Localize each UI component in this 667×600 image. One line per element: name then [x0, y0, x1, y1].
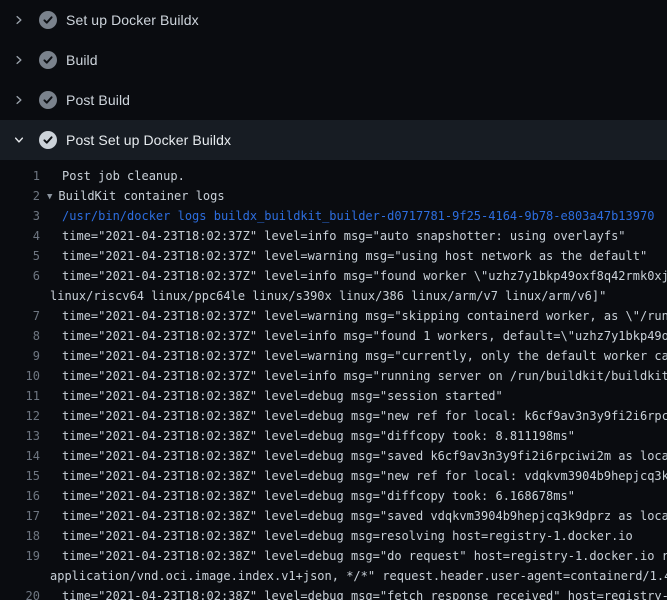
log-line: 14 time="2021-04-23T18:02:38Z" level=debu… — [0, 446, 667, 466]
log-text: time="2021-04-23T18:02:37Z" level=info m… — [62, 329, 667, 343]
log-text: Post job cleanup. — [62, 169, 185, 183]
chevron-right-icon — [12, 53, 26, 67]
log-text: time="2021-04-23T18:02:37Z" level=warnin… — [62, 309, 667, 323]
log-text: time="2021-04-23T18:02:37Z" level=info m… — [62, 229, 626, 243]
log-line: 19 time="2021-04-23T18:02:38Z" level=debu… — [0, 546, 667, 566]
log-line: 1 Post job cleanup. — [0, 166, 667, 186]
log-command-text: /usr/bin/docker logs buildx_buildkit_bui… — [62, 209, 654, 223]
check-circle-icon — [39, 131, 57, 149]
chevron-down-icon — [12, 133, 26, 147]
line-number[interactable]: 4 — [0, 226, 40, 246]
step-label: Build — [66, 52, 98, 68]
log-text: application/vnd.oci.image.index.v1+json,… — [50, 569, 667, 583]
log-text: time="2021-04-23T18:02:38Z" level=debug … — [62, 509, 667, 523]
line-number[interactable]: 6 — [0, 266, 40, 286]
triangle-down-icon: ▼ — [47, 187, 52, 206]
log-line: 6 time="2021-04-23T18:02:37Z" level=info … — [0, 266, 667, 286]
step-row-build[interactable]: Build — [0, 40, 667, 80]
steps-list: Set up Docker Buildx Build Post Build Post … — [0, 0, 667, 160]
line-number[interactable]: 8 — [0, 326, 40, 346]
log-text: time="2021-04-23T18:02:37Z" level=info m… — [62, 269, 667, 283]
step-label: Post Build — [66, 92, 130, 108]
log-line: 20 time="2021-04-23T18:02:38Z" level=debu… — [0, 586, 667, 600]
log-text: time="2021-04-23T18:02:38Z" level=debug … — [62, 589, 667, 600]
line-number[interactable]: 1 — [0, 166, 40, 186]
log-text: time="2021-04-23T18:02:38Z" level=debug … — [62, 469, 667, 483]
line-number[interactable]: 12 — [0, 406, 40, 426]
log-text: time="2021-04-23T18:02:38Z" level=debug … — [62, 549, 667, 563]
log-line-continuation: application/vnd.oci.image.index.v1+json,… — [0, 566, 667, 586]
line-number[interactable]: 14 — [0, 446, 40, 466]
line-number[interactable]: 13 — [0, 426, 40, 446]
log-line: 4 time="2021-04-23T18:02:37Z" level=info … — [0, 226, 667, 246]
actions-log-panel: Set up Docker Buildx Build Post Build Post … — [0, 0, 667, 600]
log-line: 16 time="2021-04-23T18:02:38Z" level=debu… — [0, 486, 667, 506]
log-line: 13 time="2021-04-23T18:02:38Z" level=debu… — [0, 426, 667, 446]
line-number[interactable]: 15 — [0, 466, 40, 486]
line-number[interactable]: 11 — [0, 386, 40, 406]
check-circle-icon — [39, 11, 57, 29]
log-line: 12 time="2021-04-23T18:02:38Z" level=debu… — [0, 406, 667, 426]
log-line: 3/usr/bin/docker logs buildx_buildkit_bu… — [0, 206, 667, 226]
line-number[interactable]: 20 — [0, 586, 40, 600]
step-label: Set up Docker Buildx — [66, 12, 199, 28]
step-row-post-build[interactable]: Post Build — [0, 80, 667, 120]
log-text: time="2021-04-23T18:02:38Z" level=debug … — [62, 529, 633, 543]
line-number[interactable]: 2 — [0, 186, 40, 206]
log-text: time="2021-04-23T18:02:38Z" level=debug … — [62, 389, 503, 403]
log-line: 11 time="2021-04-23T18:02:38Z" level=debu… — [0, 386, 667, 406]
log-text: time="2021-04-23T18:02:38Z" level=debug … — [62, 449, 667, 463]
check-circle-icon — [39, 51, 57, 69]
log-text: time="2021-04-23T18:02:37Z" level=warnin… — [62, 349, 667, 363]
log-group-toggle[interactable]: ▼ BuildKit container logs — [47, 186, 225, 206]
log-line: 18 time="2021-04-23T18:02:38Z" level=debu… — [0, 526, 667, 546]
log-line: 8 time="2021-04-23T18:02:37Z" level=info … — [0, 326, 667, 346]
log-viewer: 1 Post job cleanup. 2 ▼ BuildKit container l… — [0, 160, 667, 600]
log-text: time="2021-04-23T18:02:37Z" level=info m… — [62, 369, 667, 383]
log-text: linux/riscv64 linux/ppc64le linux/s390x … — [50, 289, 606, 303]
line-number[interactable]: 7 — [0, 306, 40, 326]
line-number[interactable]: 5 — [0, 246, 40, 266]
line-number[interactable]: 17 — [0, 506, 40, 526]
line-number[interactable]: 16 — [0, 486, 40, 506]
chevron-right-icon — [12, 13, 26, 27]
log-line: 5 time="2021-04-23T18:02:37Z" level=warni… — [0, 246, 667, 266]
log-line: 10 time="2021-04-23T18:02:37Z" level=info… — [0, 366, 667, 386]
line-number[interactable]: 9 — [0, 346, 40, 366]
chevron-right-icon — [12, 93, 26, 107]
line-number[interactable]: 19 — [0, 546, 40, 566]
log-line: 7 time="2021-04-23T18:02:37Z" level=warni… — [0, 306, 667, 326]
step-label: Post Set up Docker Buildx — [66, 132, 231, 148]
check-circle-icon — [39, 91, 57, 109]
line-number[interactable]: 18 — [0, 526, 40, 546]
line-number[interactable]: 10 — [0, 366, 40, 386]
log-line: 9 time="2021-04-23T18:02:37Z" level=warni… — [0, 346, 667, 366]
log-text: time="2021-04-23T18:02:38Z" level=debug … — [62, 429, 575, 443]
line-number[interactable]: 3 — [0, 206, 40, 226]
log-line-continuation: linux/riscv64 linux/ppc64le linux/s390x … — [0, 286, 667, 306]
log-group-label: BuildKit container logs — [58, 189, 224, 203]
log-text: time="2021-04-23T18:02:38Z" level=debug … — [62, 489, 575, 503]
log-line: 17 time="2021-04-23T18:02:38Z" level=debu… — [0, 506, 667, 526]
log-line: 15 time="2021-04-23T18:02:38Z" level=debu… — [0, 466, 667, 486]
log-line: 2 ▼ BuildKit container logs — [0, 186, 667, 206]
log-text: time="2021-04-23T18:02:38Z" level=debug … — [62, 409, 667, 423]
log-text: time="2021-04-23T18:02:37Z" level=warnin… — [62, 249, 647, 263]
step-row-post-set-up-docker-buildx[interactable]: Post Set up Docker Buildx — [0, 120, 667, 160]
step-row-set-up-docker-buildx[interactable]: Set up Docker Buildx — [0, 0, 667, 40]
